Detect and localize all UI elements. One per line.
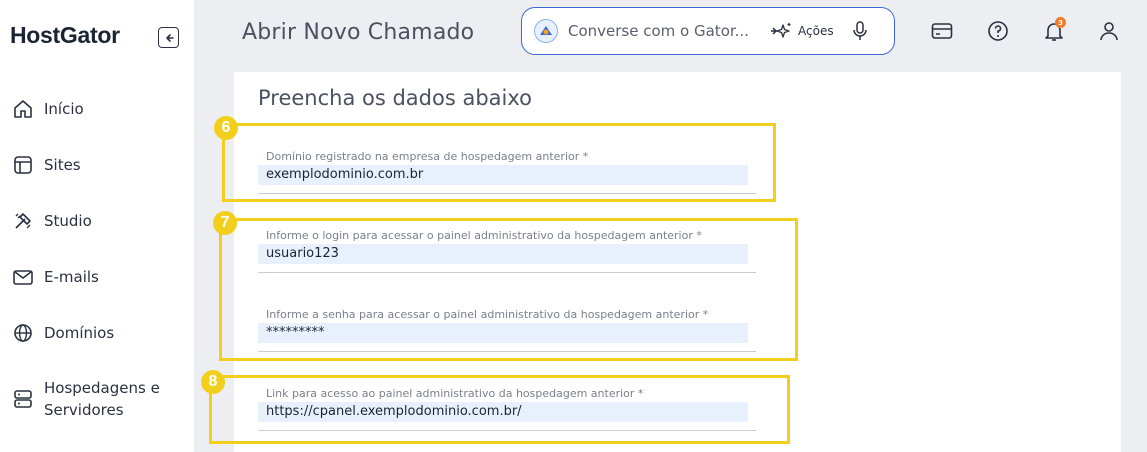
- sidebar-item-label: Sites: [44, 156, 81, 174]
- sidebar-item-label: Studio: [44, 212, 92, 230]
- sidebar-item-label: Hospedagens e Servidores: [44, 377, 160, 421]
- annotation-number-8: 8: [201, 370, 225, 394]
- collapse-sidebar-button[interactable]: [158, 27, 179, 48]
- page-title: Abrir Novo Chamado: [242, 20, 475, 45]
- sidebar: HostGator Início Sites Studio E-mails Do…: [0, 0, 194, 452]
- arrow-left-icon: [165, 33, 174, 42]
- globe-icon: [12, 322, 34, 344]
- sidebar-item-studio[interactable]: Studio: [12, 210, 92, 232]
- sidebar-item-sites[interactable]: Sites: [12, 154, 81, 176]
- actions-label: Ações: [798, 24, 834, 38]
- microphone-icon[interactable]: [852, 21, 868, 41]
- notifications-bell-icon[interactable]: 3: [1042, 17, 1066, 43]
- studio-icon: [12, 210, 34, 232]
- sidebar-item-label: Domínios: [44, 324, 115, 342]
- actions-button[interactable]: Ações: [770, 22, 834, 40]
- logo[interactable]: HostGator: [10, 22, 120, 49]
- server-icon: [12, 388, 34, 410]
- layout-icon: [12, 154, 34, 176]
- highlight-box-8: [209, 375, 790, 444]
- user-icon[interactable]: [1097, 19, 1121, 43]
- sidebar-item-hospedagens[interactable]: Hospedagens e Servidores: [12, 377, 160, 421]
- annotation-number-7: 7: [213, 211, 237, 235]
- sidebar-item-dominios[interactable]: Domínios: [12, 322, 114, 344]
- sidebar-item-label: E-mails: [44, 268, 99, 286]
- sidebar-item-label-line1: Hospedagens e: [44, 379, 160, 397]
- sidebar-item-label: Início: [44, 100, 84, 118]
- help-icon[interactable]: [986, 19, 1010, 43]
- annotation-number-6: 6: [214, 116, 238, 140]
- credit-card-icon[interactable]: [930, 19, 954, 43]
- logo-text: HostGator: [10, 22, 120, 48]
- notification-badge: 3: [1055, 17, 1066, 28]
- sparkle-icon: [771, 23, 791, 38]
- chat-placeholder: Converse com o Gator...: [568, 22, 749, 40]
- form-title: Preencha os dados abaixo: [258, 86, 533, 110]
- highlight-box-7: [219, 218, 798, 361]
- mail-icon: [12, 266, 34, 288]
- highlight-box-6: [222, 123, 776, 202]
- home-icon: [12, 98, 34, 120]
- gator-avatar-icon: [534, 19, 558, 43]
- sidebar-item-inicio[interactable]: Início: [12, 98, 84, 120]
- gator-chat-input[interactable]: Converse com o Gator... Ações: [521, 7, 895, 55]
- sidebar-item-label-line2: Servidores: [44, 401, 124, 419]
- sidebar-item-emails[interactable]: E-mails: [12, 266, 99, 288]
